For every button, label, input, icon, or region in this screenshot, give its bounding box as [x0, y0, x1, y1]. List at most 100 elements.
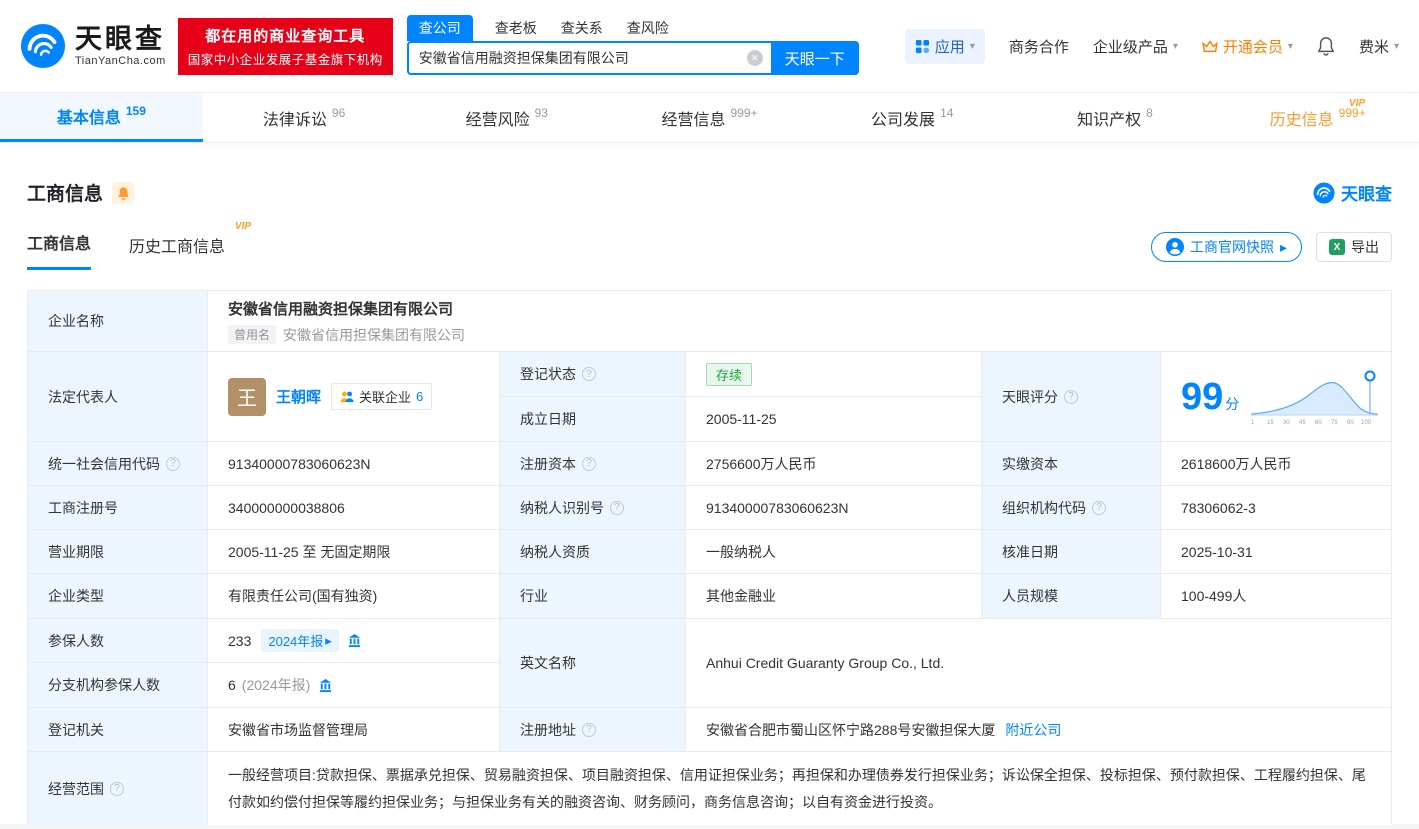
score-distribution-chart: 1 15 30 45 60 75 90 100 [1251, 370, 1378, 426]
promo-banner: 都在用的商业查询工具 国家中小企业发展子基金旗下机构 [177, 17, 393, 75]
arrow-right-icon: ▸ [325, 632, 332, 648]
label-text: 人员规模 [1002, 588, 1058, 604]
user-account-menu[interactable]: 费米 ▾ [1359, 36, 1399, 57]
nearby-companies-link[interactable]: 附近公司 [1005, 720, 1061, 740]
label-text: 参保人数 [48, 632, 104, 649]
top-header: 天眼查 TianYanCha.com 都在用的商业查询工具 国家中小企业发展子基… [0, 0, 1419, 93]
field-business-term-value: 2005-11-25 至 无固定期限 [208, 530, 499, 573]
label-text: 工商注册号 [48, 499, 118, 516]
help-icon[interactable]: ? [110, 781, 124, 796]
help-icon[interactable]: ? [582, 722, 596, 737]
score-axis-tick: 75 [1331, 420, 1338, 426]
field-paid-capital-value: 2618600万人民币 [1161, 442, 1391, 485]
bell-icon [117, 186, 129, 200]
search-tab-relation[interactable]: 查关系 [559, 15, 605, 41]
tab-basic-info-count: 159 [125, 104, 146, 118]
subtab-business-info[interactable]: 工商信息 [27, 230, 92, 270]
help-icon[interactable]: ? [610, 500, 624, 515]
label-text: 分支机构参保人数 [48, 677, 160, 693]
help-icon[interactable]: ? [1092, 500, 1106, 515]
tab-company-development[interactable]: 公司发展 14 [811, 93, 1014, 142]
label-text: 核准日期 [1002, 543, 1058, 560]
tab-company-development-label: 公司发展 [871, 111, 936, 129]
top-menu: 应用 ▾ 商务合作 企业级产品 ▾ 开通会员 ▾ 费米 ▾ [904, 28, 1399, 64]
field-score-value: 99 分 1 15 30 45 60 75 90 100 [1161, 352, 1391, 441]
subtab-history-business-info[interactable]: VIP 历史工商信息 [129, 221, 251, 270]
business-cooperation-label: 商务合作 [1008, 38, 1069, 56]
chevron-down-icon: ▾ [1172, 40, 1178, 52]
tab-intellectual-property-count: 8 [1146, 105, 1153, 120]
tab-history-info-label: 历史信息 [1269, 111, 1334, 129]
social-security-agency-icon[interactable] [347, 633, 362, 648]
chevron-down-icon: ▾ [1287, 40, 1293, 52]
subscribe-bell-button[interactable] [112, 181, 135, 204]
field-business-scope-label: 经营范围 ? [28, 752, 207, 826]
clear-search-icon[interactable]: ✕ [746, 50, 763, 66]
brand-name: 天眼查 [75, 24, 165, 55]
value-text: Anhui Credit Guaranty Group Co., Ltd. [706, 655, 945, 671]
label-text: 企业类型 [48, 588, 104, 604]
section-title: 工商信息 [27, 184, 104, 205]
open-membership-label: 开通会员 [1222, 38, 1283, 56]
field-reg-capital-label: 注册资本 ? [500, 442, 685, 485]
label-text: 营业期限 [48, 543, 104, 560]
tab-business-info[interactable]: 经营信息 999+ [608, 93, 811, 142]
notifications-button[interactable] [1317, 36, 1335, 56]
tab-basic-info-label: 基本信息 [56, 110, 121, 127]
tab-history-info[interactable]: VIP 历史信息 999+ [1216, 93, 1419, 142]
label-text: 统一社会信用代码 [48, 455, 160, 472]
tab-business-risk[interactable]: 经营风险 93 [405, 93, 608, 142]
official-snapshot-button[interactable]: 工商官网快照 ▸ [1150, 232, 1302, 262]
brand-domain: TianYanCha.com [75, 54, 166, 67]
search-tab-company[interactable]: 查公司 [406, 15, 473, 41]
tab-business-info-label: 经营信息 [661, 111, 726, 129]
open-membership-menu[interactable]: 开通会员 ▾ [1202, 36, 1293, 57]
value-text: 91340000783060623N [228, 455, 371, 472]
field-taxpayer-quality-value: 一般纳税人 [686, 530, 981, 573]
branch-insured-count: 6 [228, 677, 236, 693]
value-text: 91340000783060623N [706, 499, 849, 516]
social-security-agency-icon[interactable] [318, 678, 333, 693]
label-text: 企业名称 [48, 313, 104, 329]
branch-insured-note: (2024年报) [241, 677, 311, 693]
annual-report-tag[interactable]: 2024年报 ▸ [261, 629, 339, 652]
search-area: 查公司 查老板 查关系 查风险 ✕ 天眼一下 [406, 15, 859, 75]
help-icon[interactable]: ? [166, 456, 180, 471]
field-reg-status-label: 登记状态 ? [500, 352, 685, 396]
field-credit-code-label: 统一社会信用代码 ? [28, 442, 207, 485]
vip-badge: VIP [234, 221, 252, 232]
help-icon[interactable]: ? [582, 456, 596, 471]
value-text: 2756600万人民币 [706, 455, 817, 472]
search-input[interactable] [406, 41, 771, 75]
label-text: 注册地址 [520, 721, 576, 738]
apps-menu-button[interactable]: 应用 ▾ [904, 28, 985, 64]
search-tab-risk[interactable]: 查风险 [625, 15, 671, 41]
label-text: 法定代表人 [48, 388, 118, 405]
related-companies-count: 6 [416, 389, 424, 404]
export-button[interactable]: X 导出 [1316, 232, 1392, 262]
label-text: 纳税人识别号 [520, 499, 604, 516]
chevron-down-icon: ▾ [969, 40, 975, 52]
promo-line-1: 都在用的商业查询工具 [205, 27, 366, 45]
field-reg-capital-value: 2756600万人民币 [686, 442, 981, 485]
help-icon[interactable]: ? [1064, 389, 1078, 404]
legal-rep-link[interactable]: 王朝晖 [276, 386, 321, 407]
search-tab-boss[interactable]: 查老板 [493, 15, 539, 41]
tab-intellectual-property[interactable]: 知识产权 8 [1014, 93, 1217, 142]
field-legal-rep-value: 王 王朝晖 关联企业 6 [208, 352, 499, 441]
related-companies-tag[interactable]: 关联企业 6 [331, 383, 433, 410]
value-text: 2025-10-31 [1181, 543, 1253, 560]
search-button[interactable]: 天眼一下 [770, 41, 859, 75]
section-watermark-text: 天眼查 [1341, 185, 1392, 204]
enterprise-products-menu[interactable]: 企业级产品 ▾ [1093, 36, 1178, 57]
tab-basic-info[interactable]: 基本信息 159 [0, 93, 203, 142]
score-value: 99 [1181, 375, 1224, 418]
label-text: 登记状态 [520, 366, 576, 382]
business-cooperation-link[interactable]: 商务合作 [1009, 36, 1069, 57]
tianyancha-logo[interactable]: 天眼查 TianYanCha.com [20, 23, 166, 69]
help-icon[interactable]: ? [582, 367, 596, 381]
tab-legal-proceedings[interactable]: 法律诉讼 96 [203, 93, 406, 142]
label-text: 注册资本 [520, 455, 576, 472]
label-text: 成立日期 [520, 411, 576, 427]
legal-rep-avatar[interactable]: 王 [228, 377, 266, 416]
